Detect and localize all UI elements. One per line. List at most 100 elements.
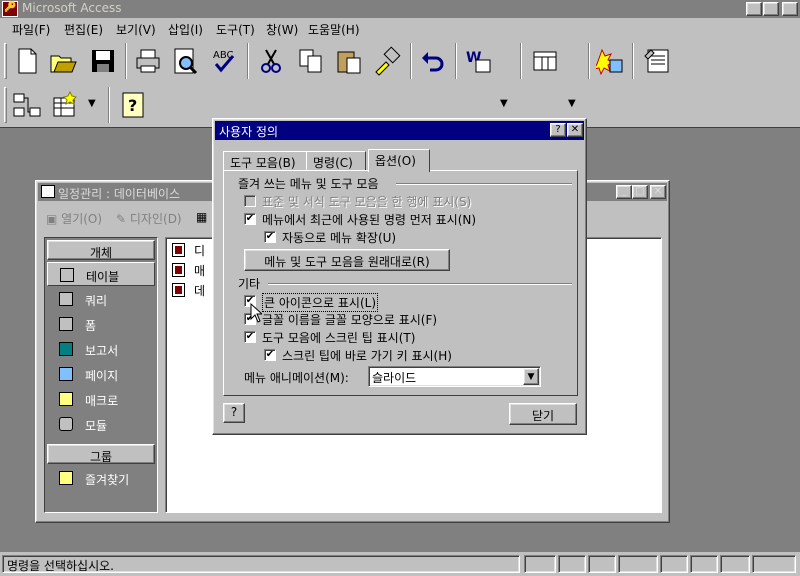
sidebar-item-modules[interactable]: 모듈: [47, 412, 155, 436]
module-icon: [59, 417, 73, 431]
query-icon: [59, 292, 73, 306]
table-icon: [60, 268, 74, 282]
cut-icon[interactable]: [254, 44, 288, 78]
page-icon: [59, 367, 73, 381]
sidebar-item-tables[interactable]: 테이블: [47, 262, 155, 286]
dialog-help-button[interactable]: ?: [550, 123, 566, 137]
menu-animation-value: 슬라이드: [372, 371, 417, 385]
copy-icon[interactable]: [294, 44, 328, 78]
database-icon: [41, 185, 55, 198]
undo-icon[interactable]: [416, 44, 450, 78]
font-names-checkbox[interactable]: ✔ 글꼴 이름을 글꼴 모양으로 표시(F): [244, 311, 564, 327]
design-icon: ✎: [116, 212, 127, 226]
toolbar-grip[interactable]: [4, 87, 7, 123]
new-icon[interactable]: [10, 44, 44, 78]
toolbar-grip[interactable]: [4, 43, 7, 79]
open-button[interactable]: ▣ 열기(O): [46, 210, 102, 227]
sidebar-item-favorites[interactable]: 즐겨찾기: [47, 466, 155, 490]
chevron-down-icon[interactable]: ▼: [88, 98, 96, 109]
format-painter-icon[interactable]: [370, 44, 404, 78]
close-button[interactable]: ✕: [782, 2, 798, 16]
sidebar-item-queries[interactable]: 쿼리: [47, 287, 155, 311]
toolbar-database: ABC W ▼ ▼ ▼: [0, 40, 800, 159]
chevron-down-icon[interactable]: ▼: [523, 368, 539, 385]
favorites-folder-icon: [59, 471, 73, 485]
mouse-pointer-icon: [250, 303, 262, 323]
sidebar-item-macros[interactable]: 매크로: [47, 387, 155, 411]
status-pane: [524, 555, 556, 573]
print-icon[interactable]: [131, 44, 165, 78]
screentips-checkbox[interactable]: ✔ 도구 모음에 스크린 팁 표시(T): [244, 329, 564, 345]
relationships-icon[interactable]: [10, 88, 44, 122]
sidebar-item-reports[interactable]: 보고서: [47, 337, 155, 361]
app-title-bar: Microsoft Access _ ▫ ✕: [0, 0, 800, 18]
shortcut-icon: [172, 243, 185, 257]
tab-options[interactable]: 옵션(O): [368, 149, 430, 172]
menu-bar: 파일(F) 편집(E) 보기(V) 삽입(I) 도구(T) 창(W) 도움말(H…: [0, 18, 800, 40]
group-other: 기타: [238, 277, 261, 291]
show-same-row-checkbox[interactable]: 표준 및 서식 도구 모음을 한 행에 표시(S): [244, 193, 564, 209]
checkmark-icon: ✔: [264, 231, 276, 243]
objects-header-button[interactable]: 개체: [47, 240, 155, 260]
checkmark-icon: ✔: [244, 331, 256, 343]
status-bar: 명령을 선택하십시오.: [0, 552, 800, 576]
db-maximize-button[interactable]: □: [632, 185, 648, 199]
dialog-help-icon[interactable]: ?: [223, 403, 245, 423]
status-text: 명령을 선택하십시오.: [2, 555, 520, 573]
menu-insert[interactable]: 삽입(I): [168, 21, 203, 38]
form-icon: [59, 317, 73, 331]
auto-expand-checkbox[interactable]: ✔ 자동으로 메뉴 확장(U): [264, 229, 564, 245]
menu-animation-select[interactable]: 슬라이드 ▼: [368, 366, 541, 387]
db-minimize-button[interactable]: _: [616, 185, 632, 199]
menu-help[interactable]: 도움말(H): [308, 21, 360, 38]
sidebar-item-forms[interactable]: 폼: [47, 312, 155, 336]
office-links-icon[interactable]: W: [462, 44, 496, 78]
checkbox-box: [244, 195, 256, 207]
status-pane: [558, 555, 586, 573]
restore-button[interactable]: ▫: [763, 2, 779, 16]
access-key-icon[interactable]: [2, 1, 18, 17]
report-icon: [59, 342, 73, 356]
recent-commands-first-checkbox[interactable]: ✔ 메뉴에서 최근에 사용된 명령 먼저 표시(N): [244, 211, 564, 227]
save-icon[interactable]: [86, 44, 120, 78]
dialog-title-bar: 사용자 정의 ? ✕: [215, 121, 584, 140]
new-button[interactable]: ▦: [196, 210, 207, 224]
code-icon[interactable]: [594, 44, 628, 78]
menu-animation-label: 메뉴 애니메이션(M):: [244, 371, 349, 385]
print-preview-icon[interactable]: [168, 44, 202, 78]
db-close-button[interactable]: ✕: [650, 185, 666, 199]
dialog-close-button[interactable]: ✕: [567, 123, 583, 137]
large-icons-checkbox[interactable]: ✔ 큰 아이콘으로 표시(L): [244, 293, 564, 312]
new-object-icon[interactable]: [48, 88, 82, 122]
menu-file[interactable]: 파일(F): [12, 21, 50, 38]
open-icon: ▣: [46, 212, 58, 226]
menu-window[interactable]: 창(W): [266, 21, 298, 38]
sidebar-item-pages[interactable]: 페이지: [47, 362, 155, 386]
office-assistant-icon[interactable]: ?: [116, 88, 150, 122]
properties-icon[interactable]: [640, 44, 674, 78]
checkmark-icon: ✔: [264, 349, 276, 361]
shortcut-icon: [172, 263, 185, 277]
shortcut-keys-checkbox[interactable]: ✔ 스크린 팁에 바로 가기 키 표시(H): [264, 347, 564, 363]
close-button-dialog[interactable]: 닫기: [509, 403, 577, 425]
minimize-button[interactable]: _: [746, 2, 762, 16]
objects-bar: 개체 테이블 쿼리 폼 보고서 페이지 매크로 모듈 그룹 즐겨찾기: [44, 237, 158, 513]
reset-usage-button[interactable]: 메뉴 및 도구 모음을 원래대로(R): [244, 249, 450, 271]
analyze-icon[interactable]: [528, 44, 562, 78]
tab-toolbars[interactable]: 도구 모음(B): [223, 151, 307, 171]
groups-header-button[interactable]: 그룹: [47, 444, 155, 464]
group-personalized-menus: 즐겨 쓰는 메뉴 및 도구 모음: [238, 177, 379, 191]
menu-view[interactable]: 보기(V): [116, 21, 156, 38]
database-window-title: 일정관리 : 데이터베이스: [58, 187, 181, 201]
status-pane: [690, 555, 718, 573]
design-button[interactable]: ✎ 디자인(D): [116, 210, 182, 227]
open-icon[interactable]: [46, 44, 80, 78]
status-pane: [588, 555, 616, 573]
paste-icon[interactable]: [332, 44, 366, 78]
spelling-icon[interactable]: ABC: [208, 44, 242, 78]
menu-edit[interactable]: 편집(E): [64, 21, 103, 38]
menu-tools[interactable]: 도구(T): [216, 21, 255, 38]
options-panel: 즐겨 쓰는 메뉴 및 도구 모음 표준 및 서식 도구 모음을 한 행에 표시(…: [223, 170, 578, 396]
tab-commands[interactable]: 명령(C): [306, 151, 366, 171]
status-pane: [720, 555, 750, 573]
